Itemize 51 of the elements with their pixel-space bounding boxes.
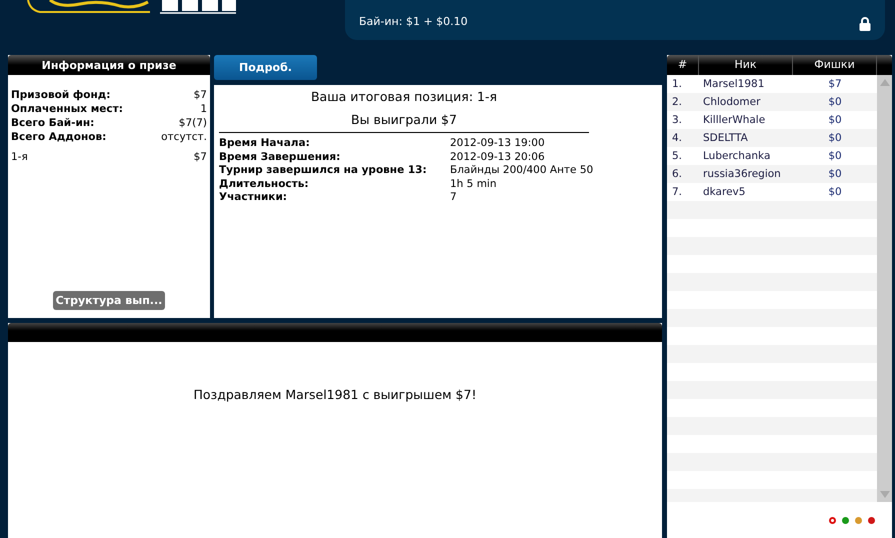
nick-cell-text: Chlodomer (702, 95, 762, 110)
prize-value: $7 (194, 88, 207, 102)
prize-label: Всего Бай-ин: (11, 116, 94, 130)
rank-cell-text: 3. (671, 113, 684, 128)
result-label: Время Завершения: (219, 150, 342, 164)
nick-cell-text: russia36region (702, 167, 782, 182)
chips-cell-text: $0 (827, 185, 843, 200)
nick-cell-text: KilllerWhale (702, 113, 766, 128)
prize-value: $7(7) (178, 116, 207, 130)
rank-cell-text: 5. (671, 149, 684, 164)
prize-label: Оплаченных мест: (11, 102, 123, 116)
final-position: Ваша итоговая позиция: 1-я (310, 88, 498, 106)
result-value: 7 (450, 191, 457, 204)
rank-cell-text: 4. (671, 131, 684, 146)
result-label: Длительность: (219, 178, 310, 191)
chips-cell-text: $0 (827, 113, 843, 128)
details-tab[interactable]: Подроб. (214, 55, 317, 80)
chips-cell-text: $7 (827, 77, 843, 92)
result-label: Турнир завершился на уровне 13: (219, 164, 428, 178)
rank-cell-text: 7. (671, 185, 684, 200)
result-label: Время Начала: (219, 137, 311, 150)
prize-label: Всего Аддонов: (11, 130, 106, 144)
rank-cell-text: 2. (671, 95, 684, 110)
nick-cell-text: dkarev5 (702, 185, 746, 200)
chips-cell-text: $0 (827, 131, 843, 146)
nick-cell-text: Luberchanka (702, 149, 772, 164)
rank-cell-text: 6. (671, 167, 684, 182)
winnings-text: Вы выиграли $7 (350, 111, 458, 129)
result-value: 2012-09-13 19:00 (450, 137, 545, 150)
prize-label: Призовой фонд: (11, 88, 110, 102)
prize-value: 1 (200, 102, 207, 116)
nick-cell-text: SDELTTA (702, 131, 749, 146)
scroll-up-icon[interactable] (880, 79, 890, 86)
buy-in-text: Бай-ин: $1 + $0.10 (359, 14, 468, 28)
result-value: 1h 5 min (450, 178, 496, 191)
result-label: Участники: (219, 191, 288, 204)
structure-button[interactable]: Структура вып... (52, 291, 166, 310)
payout-place: 1-я (11, 150, 28, 164)
prize-value: отсутст. (161, 130, 207, 144)
rank-cell-text: 1. (671, 77, 684, 92)
congrats-message: Поздравляем Marsel1981 с выигрышем $7! (192, 387, 478, 402)
chips-cell-text: $0 (827, 95, 843, 110)
chips-cell-text: $0 (827, 149, 843, 164)
scroll-down-icon[interactable] (880, 491, 890, 498)
nick-cell-text: Marsel1981 (702, 77, 766, 92)
payout-amount: $7 (194, 150, 207, 164)
chips-cell-text: $0 (827, 167, 843, 182)
result-value: 2012-09-13 20:06 (450, 150, 545, 164)
scrollbar[interactable] (877, 75, 892, 502)
result-value: Блайнды 200/400 Анте 50 (450, 164, 594, 178)
panel-header: Информация о призе (8, 55, 210, 75)
